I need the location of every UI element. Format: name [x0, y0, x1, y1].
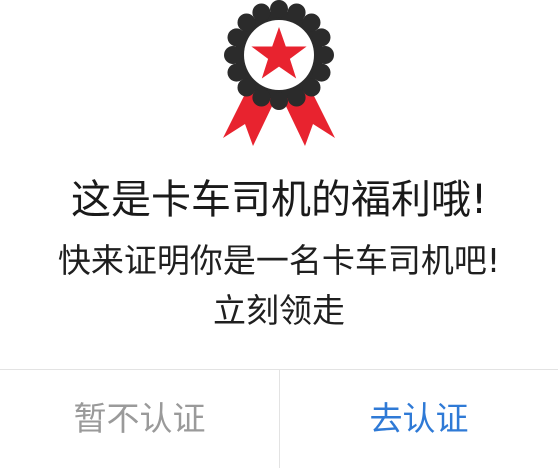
message-line-2: 立刻领走: [213, 291, 345, 330]
award-ribbon-icon: [223, 0, 335, 146]
message-line-1: 快来证明你是一名卡车司机吧!: [57, 241, 501, 280]
skip-certification-button[interactable]: 暂不认证: [0, 370, 279, 468]
dialog-message: 快来证明你是一名卡车司机吧! 立刻领走: [0, 236, 558, 336]
certification-dialog: 这是卡车司机的福利哦! 快来证明你是一名卡车司机吧! 立刻领走 暂不认证 去认证: [0, 0, 558, 468]
dialog-title: 这是卡车司机的福利哦!: [70, 177, 488, 223]
go-certify-button[interactable]: 去认证: [280, 370, 558, 468]
